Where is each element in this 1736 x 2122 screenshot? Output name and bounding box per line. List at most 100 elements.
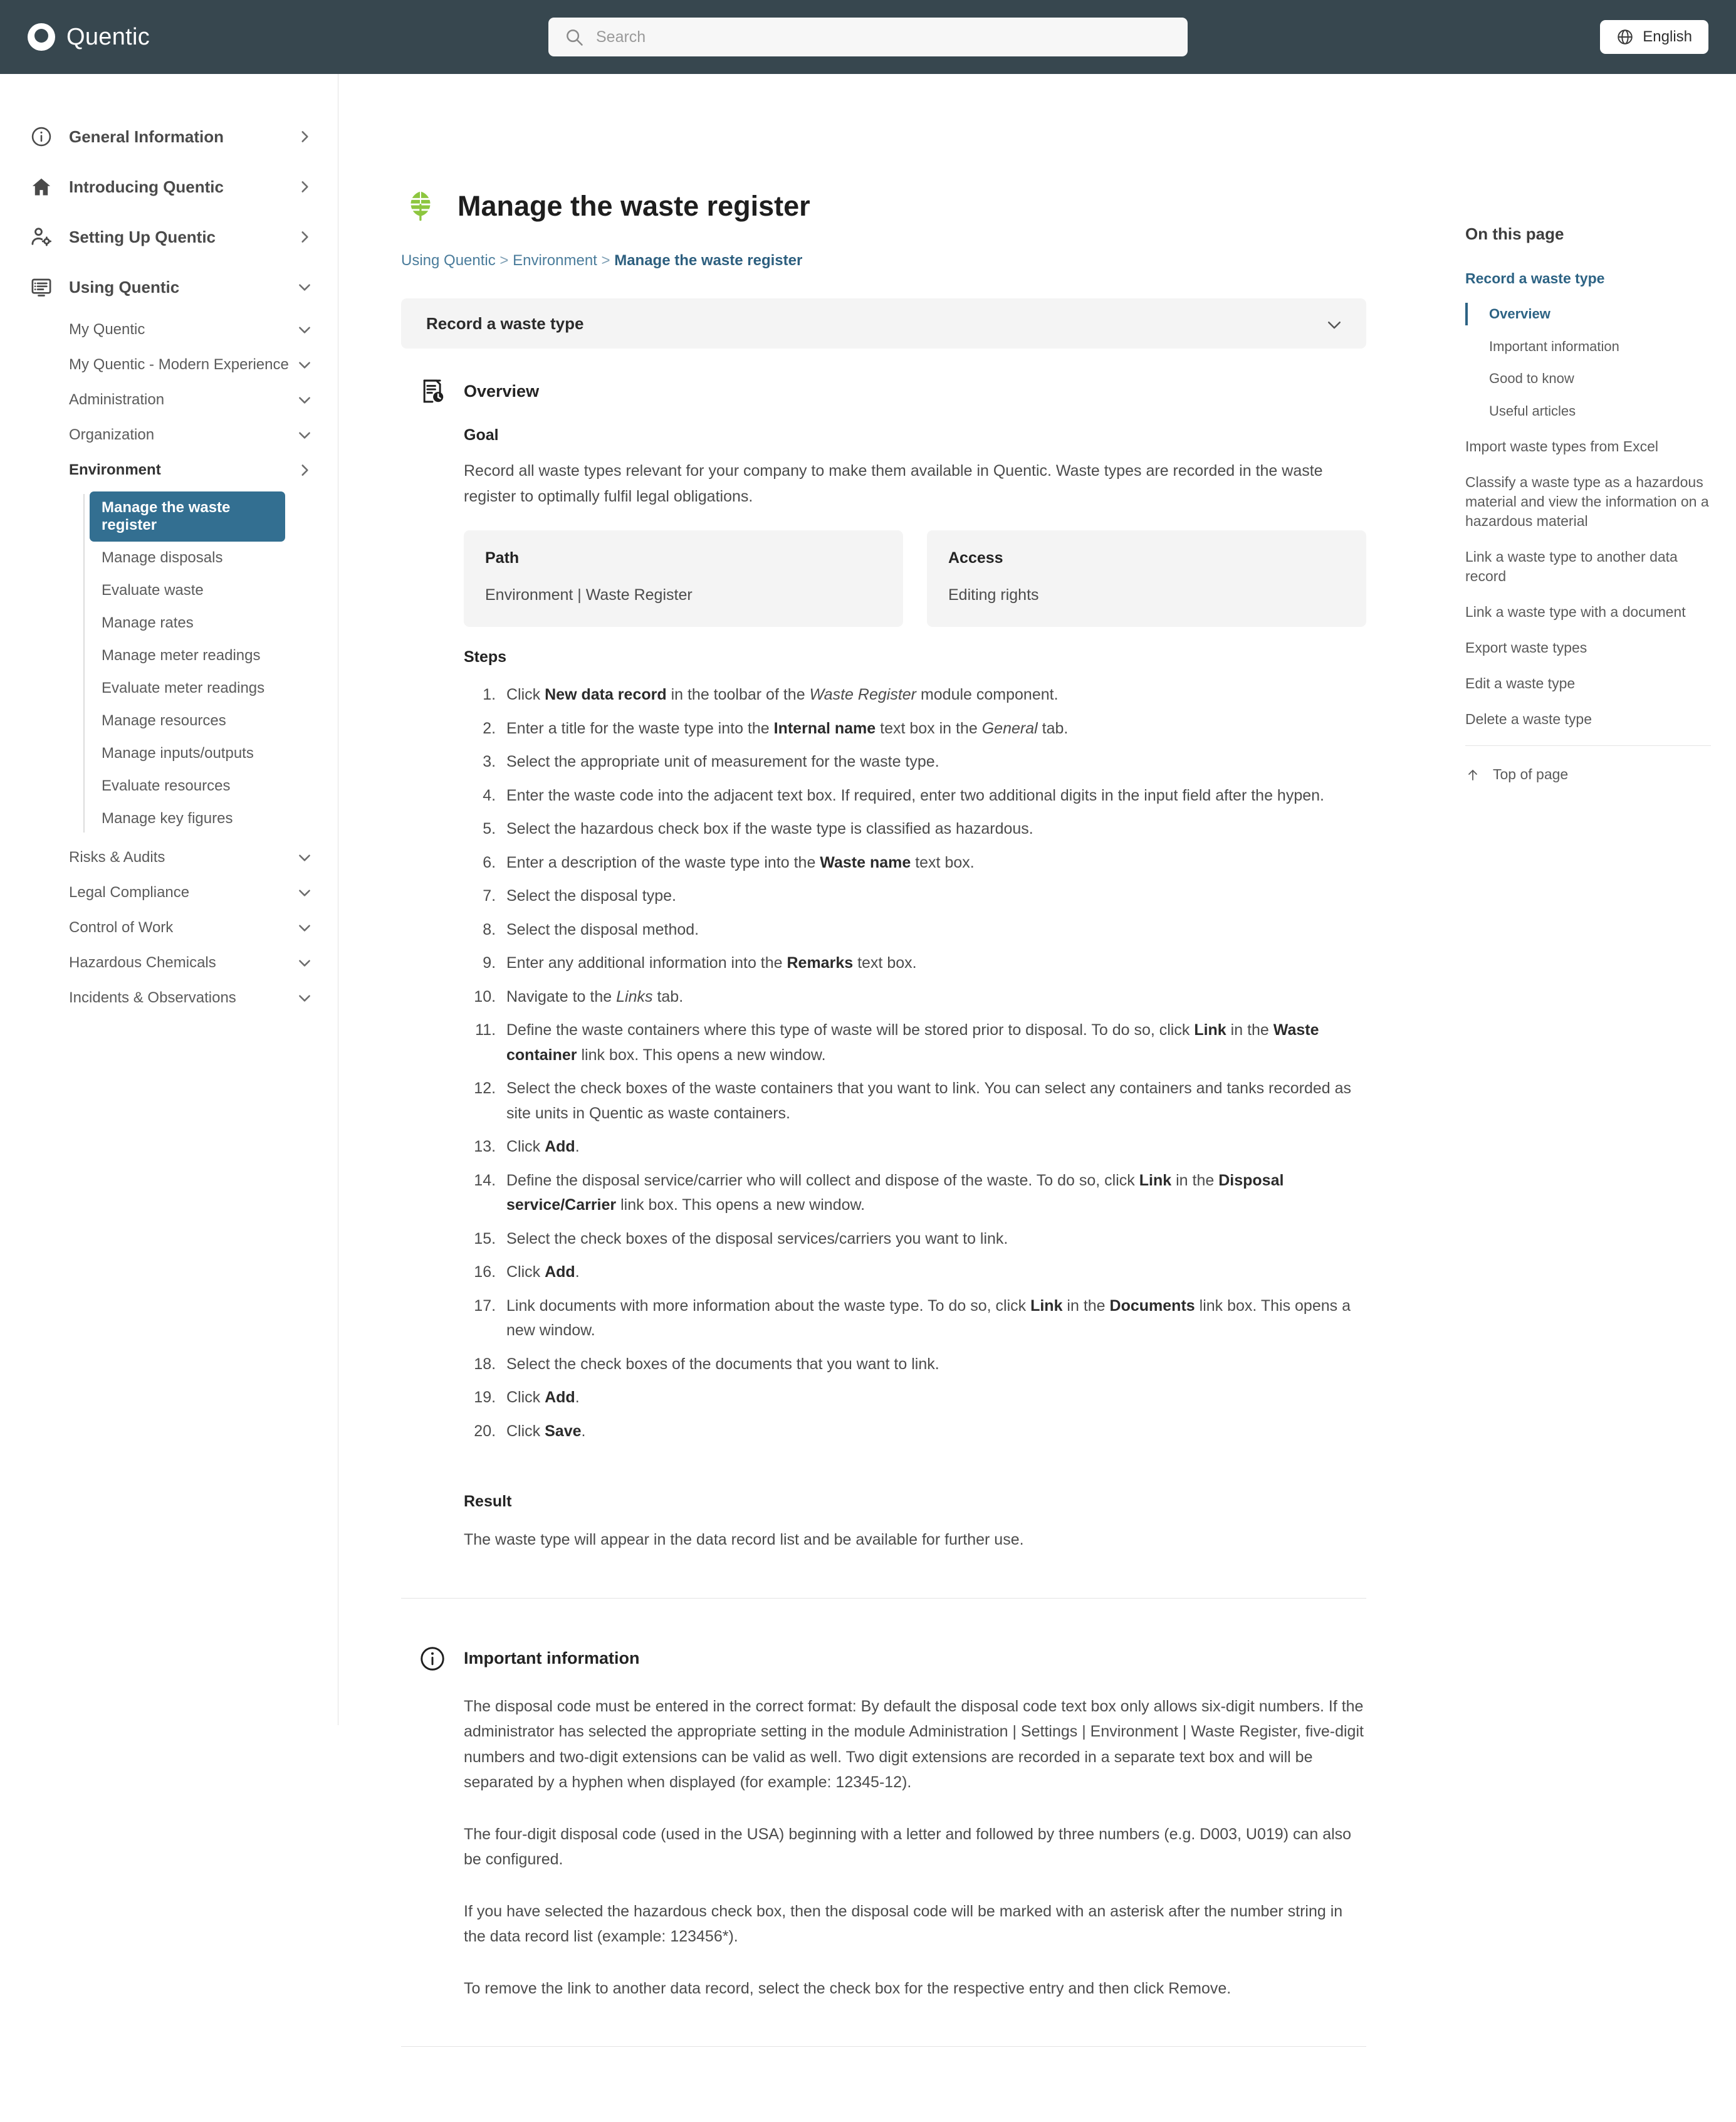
important-paragraph: If you have selected the hazardous check… <box>464 1902 1343 1946</box>
chevron-down-icon <box>296 885 313 901</box>
sidebar-item-setting-up-quentic[interactable]: Setting Up Quentic <box>0 212 338 262</box>
breadcrumb-item-environment[interactable]: Environment <box>513 252 597 269</box>
globe-icon <box>1616 28 1634 46</box>
sidebar-item-label: Risks & Audits <box>69 849 165 866</box>
toc-subitem-good-to-know[interactable]: Good to know <box>1465 369 1711 388</box>
sidebar-item-label: Using Quentic <box>69 277 180 297</box>
sidebar-item-legal-compliance[interactable]: Legal Compliance <box>0 875 338 910</box>
chevron-down-icon <box>296 427 313 443</box>
toc-item-record-a-waste-type[interactable]: Record a waste type <box>1465 269 1711 288</box>
environment-submenu: Manage the waste register Manage disposa… <box>0 491 338 835</box>
sidebar-item-my-quentic-modern-experience[interactable]: My Quentic - Modern Experience <box>0 347 338 382</box>
sidebar-item-introducing-quentic[interactable]: Introducing Quentic <box>0 162 338 212</box>
chevron-down-icon <box>296 955 313 971</box>
step-item: Select the disposal type. <box>500 884 1366 909</box>
step-item: Click New data record in the toolbar of … <box>500 683 1366 708</box>
breadcrumb: Using Quentic > Environment > Manage the… <box>401 252 1366 270</box>
sidebar-item-evaluate-resources[interactable]: Evaluate resources <box>85 770 338 802</box>
section-overview: Overview Goal Record all waste types rel… <box>401 377 1366 1599</box>
sidebar-item-label: My Quentic <box>69 321 145 338</box>
sidebar-item-manage-the-waste-register[interactable]: Manage the waste register <box>90 491 285 542</box>
user-gear-icon <box>30 226 53 248</box>
step-item: Select the check boxes of the documents … <box>500 1352 1366 1377</box>
language-selector-button[interactable]: English <box>1600 20 1708 54</box>
step-item: Select the check boxes of the waste cont… <box>500 1076 1366 1126</box>
toc-sublist: Overview Important information Good to k… <box>1465 303 1711 421</box>
section-divider <box>401 2046 1366 2047</box>
toc-item-classify-a-waste-type[interactable]: Classify a waste type as a hazardous mat… <box>1465 473 1711 531</box>
sidebar-item-environment[interactable]: Environment <box>0 453 338 488</box>
sidebar-item-hazardous-chemicals[interactable]: Hazardous Chemicals <box>0 945 338 980</box>
step-item: Click Save. <box>500 1419 1366 1444</box>
top-of-page-label: Top of page <box>1493 766 1569 783</box>
sidebar-item-risks-and-audits[interactable]: Risks & Audits <box>0 840 338 875</box>
chevron-right-icon <box>296 179 313 195</box>
important-paragraph: The four-digit disposal code (used in th… <box>464 1825 1352 1869</box>
chevron-down-icon <box>296 849 313 866</box>
path-card: Path Environment | Waste Register <box>464 530 903 627</box>
toc-item-link-a-waste-type-to-another-data-record[interactable]: Link a waste type to another data record <box>1465 547 1711 586</box>
sidebar-item-label: Environment <box>69 461 161 478</box>
chevron-down-icon <box>296 322 313 338</box>
sidebar-item-evaluate-waste[interactable]: Evaluate waste <box>85 574 338 607</box>
brand-logo[interactable]: Quentic <box>28 23 150 51</box>
toc-item-delete-a-waste-type[interactable]: Delete a waste type <box>1465 710 1711 729</box>
chevron-down-icon[interactable] <box>1325 315 1341 332</box>
language-label: English <box>1643 28 1692 45</box>
sidebar-item-label: General Information <box>69 127 224 146</box>
path-label: Path <box>485 549 520 567</box>
toc-subitem-important-information[interactable]: Important information <box>1465 337 1711 356</box>
top-header-bar: Quentic English <box>0 0 1736 74</box>
access-card: Access Editing rights <box>927 530 1366 627</box>
sidebar-item-manage-meter-readings[interactable]: Manage meter readings <box>85 639 338 672</box>
sidebar-item-organization[interactable]: Organization <box>0 418 338 453</box>
search-icon <box>565 28 583 46</box>
sidebar-item-general-information[interactable]: General Information <box>0 112 338 162</box>
step-item: Click Add. <box>500 1135 1366 1160</box>
chevron-down-icon <box>296 920 313 936</box>
chevron-right-icon <box>296 129 313 145</box>
sidebar-item-manage-resources[interactable]: Manage resources <box>85 705 338 737</box>
top-of-page-link[interactable]: Top of page <box>1465 766 1711 783</box>
breadcrumb-separator: > <box>499 252 509 269</box>
section-divider <box>401 1597 1366 1599</box>
home-icon <box>30 176 53 198</box>
important-paragraph: The disposal code must be entered in the… <box>464 1697 1364 1792</box>
page-title: Manage the waste register <box>458 190 810 222</box>
sidebar-item-label: Introducing Quentic <box>69 177 224 196</box>
breadcrumb-current: Manage the waste register <box>614 252 803 269</box>
search-input[interactable] <box>595 27 1171 47</box>
sidebar-item-manage-key-figures[interactable]: Manage key figures <box>85 802 338 835</box>
list-screen-icon <box>30 276 53 298</box>
step-item: Enter the waste code into the adjacent t… <box>500 784 1366 809</box>
sidebar-item-control-of-work[interactable]: Control of Work <box>0 910 338 945</box>
toc-item-export-waste-types[interactable]: Export waste types <box>1465 638 1711 658</box>
toc-item-edit-a-waste-type[interactable]: Edit a waste type <box>1465 674 1711 693</box>
sidebar-item-incidents-and-observations[interactable]: Incidents & Observations <box>0 980 338 1016</box>
page-title-row: Manage the waste register <box>401 187 1366 226</box>
info-circle-icon <box>30 125 53 148</box>
sidebar-item-manage-inputs-outputs[interactable]: Manage inputs/outputs <box>85 737 338 770</box>
sidebar-item-using-quentic[interactable]: Using Quentic <box>0 262 338 312</box>
access-value: Editing rights <box>948 586 1039 604</box>
step-item: Select the check boxes of the disposal s… <box>500 1227 1366 1252</box>
sidebar-item-manage-disposals[interactable]: Manage disposals <box>85 542 338 574</box>
step-item: Click Add. <box>500 1260 1366 1285</box>
toc-subitem-overview[interactable]: Overview <box>1465 303 1711 325</box>
toc-divider <box>1465 745 1711 747</box>
chevron-down-icon <box>296 990 313 1006</box>
search-box[interactable] <box>548 18 1188 56</box>
sidebar-item-administration[interactable]: Administration <box>0 382 338 418</box>
toc-item-import-waste-types-from-excel[interactable]: Import waste types from Excel <box>1465 437 1711 456</box>
toc-subitem-useful-articles[interactable]: Useful articles <box>1465 402 1711 421</box>
sidebar-item-evaluate-meter-readings[interactable]: Evaluate meter readings <box>85 672 338 705</box>
important-information-heading-row: Important information <box>401 1645 1366 1673</box>
sidebar-item-manage-rates[interactable]: Manage rates <box>85 607 338 639</box>
leaf-icon <box>401 187 440 226</box>
accordion-record-a-waste-type[interactable]: Record a waste type <box>401 298 1366 349</box>
toc-item-link-a-waste-type-with-a-document[interactable]: Link a waste type with a document <box>1465 602 1711 622</box>
access-label: Access <box>948 549 1003 567</box>
sidebar-item-my-quentic[interactable]: My Quentic <box>0 312 338 347</box>
sidebar-item-label: My Quentic - Modern Experience <box>69 356 289 373</box>
breadcrumb-item-using-quentic[interactable]: Using Quentic <box>401 252 496 269</box>
